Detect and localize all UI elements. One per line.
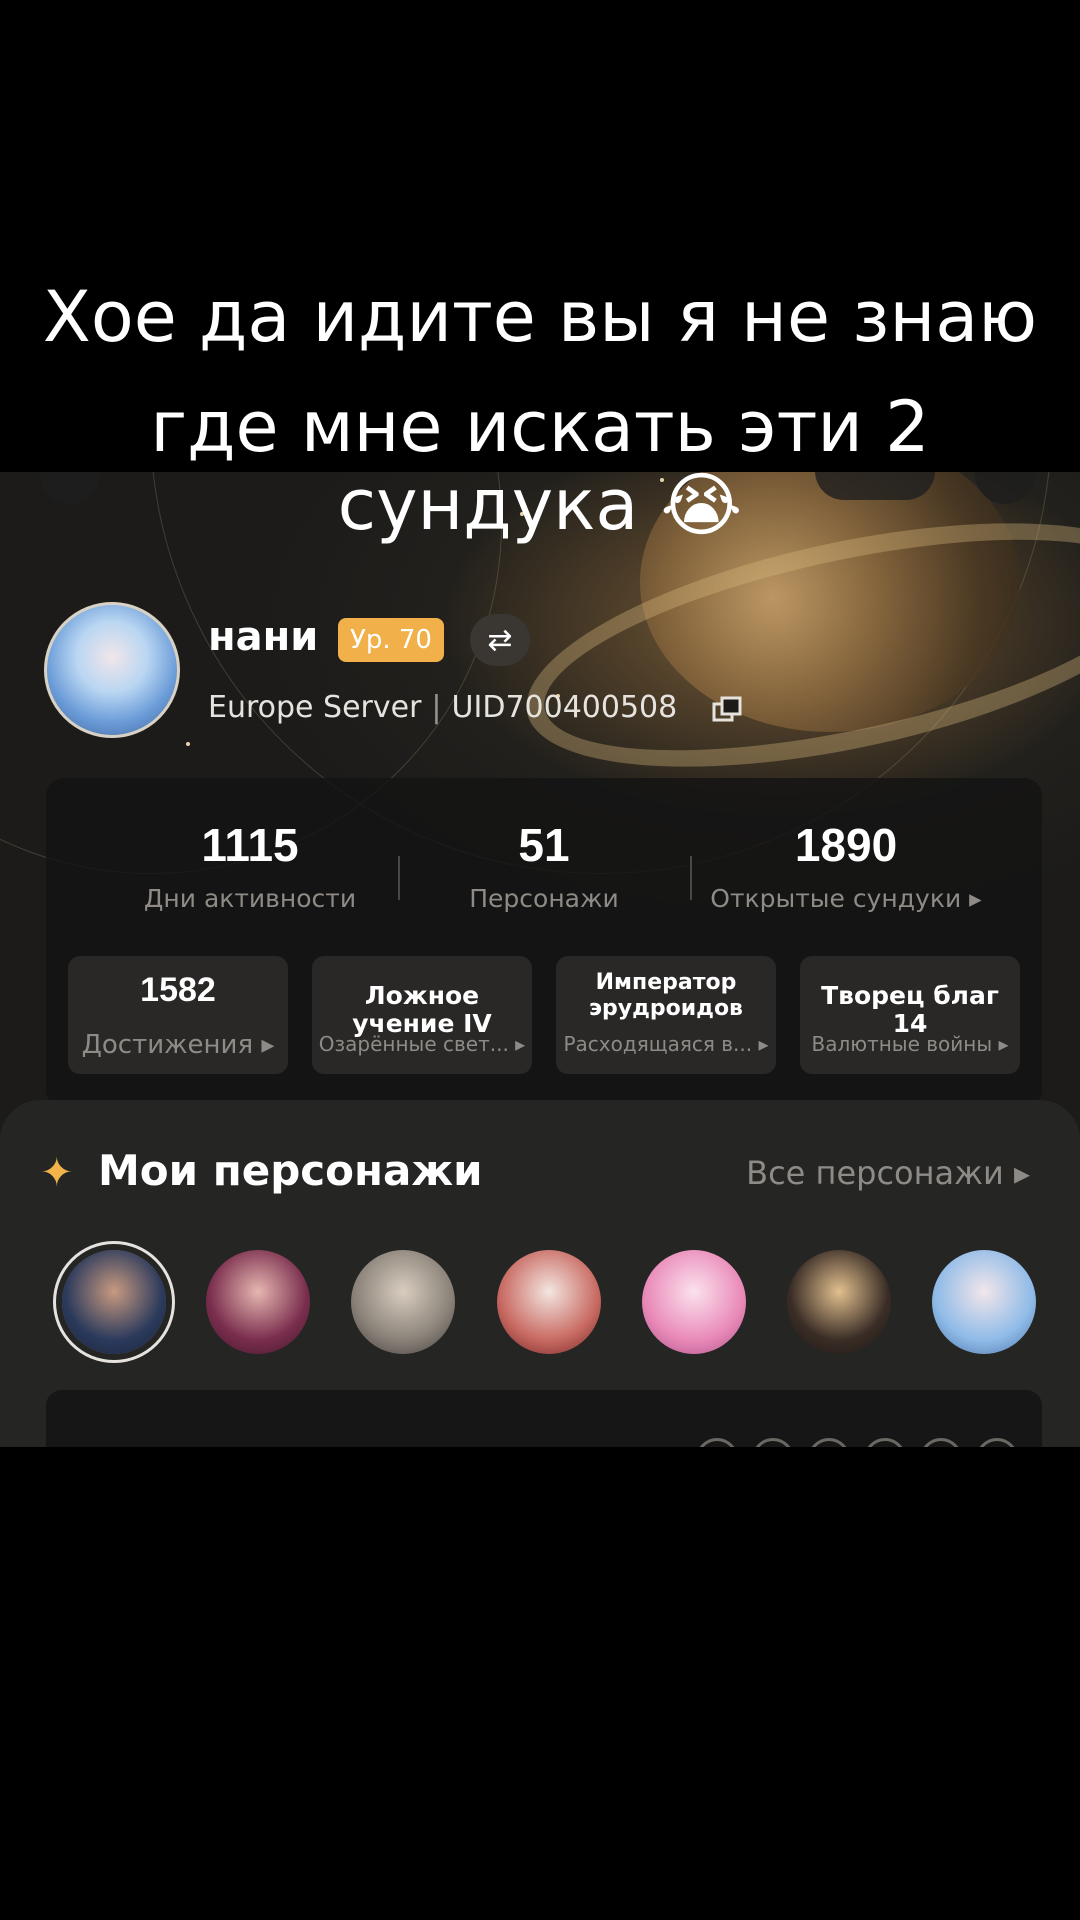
card-subtitle: Валютные войны ▸ <box>811 1032 1009 1056</box>
stat-value: 1115 <box>201 819 299 871</box>
level-badge: Ур. 70 <box>338 618 444 662</box>
character-avatar[interactable] <box>787 1250 891 1354</box>
copy-icon[interactable] <box>712 696 742 722</box>
uid: UID700400508 <box>451 690 678 725</box>
relic-icon <box>808 1438 850 1447</box>
server-name: Europe Server <box>208 690 422 725</box>
relic-icon <box>976 1438 1018 1447</box>
character-detail-card <box>46 1390 1042 1447</box>
section-title: Мои персонажи <box>98 1146 483 1195</box>
currency-wars-card[interactable]: Творец благ 14 Валютные войны ▸ <box>800 956 1020 1074</box>
achievements-card[interactable]: 1582 Достижения ▸ <box>68 956 288 1074</box>
refresh-button[interactable]: ⇄ <box>470 614 530 666</box>
separator: | <box>431 690 442 725</box>
card-title: 1582 <box>140 971 216 1009</box>
server-line: Europe Server | UID700400508 <box>208 690 677 725</box>
caption-line-3: сундука 😭 <box>337 472 743 546</box>
card-title: Ложное учение IV <box>352 981 492 1038</box>
card-title: Творец благ 14 <box>821 981 999 1038</box>
caption-line-1: Хое да идите вы я не знаю <box>42 276 1038 358</box>
stat-active-days: 1115 Дни активности <box>100 818 400 913</box>
sparkle-icon: ✦ <box>40 1150 74 1196</box>
character-avatar[interactable] <box>497 1250 601 1354</box>
nickname: нани <box>208 614 319 660</box>
stat-value: 1890 <box>794 819 898 871</box>
stat-label: Открытые сундуки ▸ <box>710 884 982 913</box>
card-subtitle: Расходящаяся в... ▸ <box>563 1032 769 1056</box>
profile-screenshot: нани Ур. 70 ⇄ Europe Server | UID700400508… <box>0 472 1080 1447</box>
card-subtitle: Достижения ▸ <box>81 1030 275 1060</box>
stat-value: 51 <box>518 819 570 871</box>
character-avatar[interactable] <box>351 1250 455 1354</box>
relic-icon <box>864 1438 906 1447</box>
relic-icon <box>752 1438 794 1447</box>
card-title: Император эрудроидов <box>589 970 743 1021</box>
caption-overlay: сундука 😭 <box>0 472 1080 560</box>
stat-chests[interactable]: 1890 Открытые сундуки ▸ <box>686 818 1006 913</box>
video-caption: Хое да идите вы я не знаю где мне искать… <box>40 262 1040 482</box>
refresh-icon: ⇄ <box>487 622 513 658</box>
stats-panel: 1115 Дни активности 51 Персонажи 1890 От… <box>46 778 1042 1108</box>
characters-section: ✦ Мои персонажи Все персонажи ▸ <box>0 1100 1080 1447</box>
divergent-universe-card[interactable]: Император эрудроидов Расходящаяся в... ▸ <box>556 956 776 1074</box>
stat-label: Персонажи <box>469 884 619 913</box>
relic-icon <box>920 1438 962 1447</box>
character-avatar[interactable] <box>206 1250 310 1354</box>
all-characters-link[interactable]: Все персонажи ▸ <box>746 1154 1030 1192</box>
relic-icon <box>696 1438 738 1447</box>
stat-label: Дни активности <box>143 884 357 913</box>
character-avatar[interactable] <box>932 1250 1036 1354</box>
simulated-universe-card[interactable]: Ложное учение IV Озарённые свет... ▸ <box>312 956 532 1074</box>
card-subtitle: Озарённые свет... ▸ <box>318 1032 526 1056</box>
avatar[interactable] <box>44 602 180 738</box>
character-avatar[interactable] <box>642 1250 746 1354</box>
star-dot <box>186 742 190 746</box>
caption-line-2: где мне искать эти 2 <box>150 386 930 468</box>
character-avatar[interactable] <box>62 1250 166 1354</box>
stat-characters: 51 Персонажи <box>394 818 694 913</box>
